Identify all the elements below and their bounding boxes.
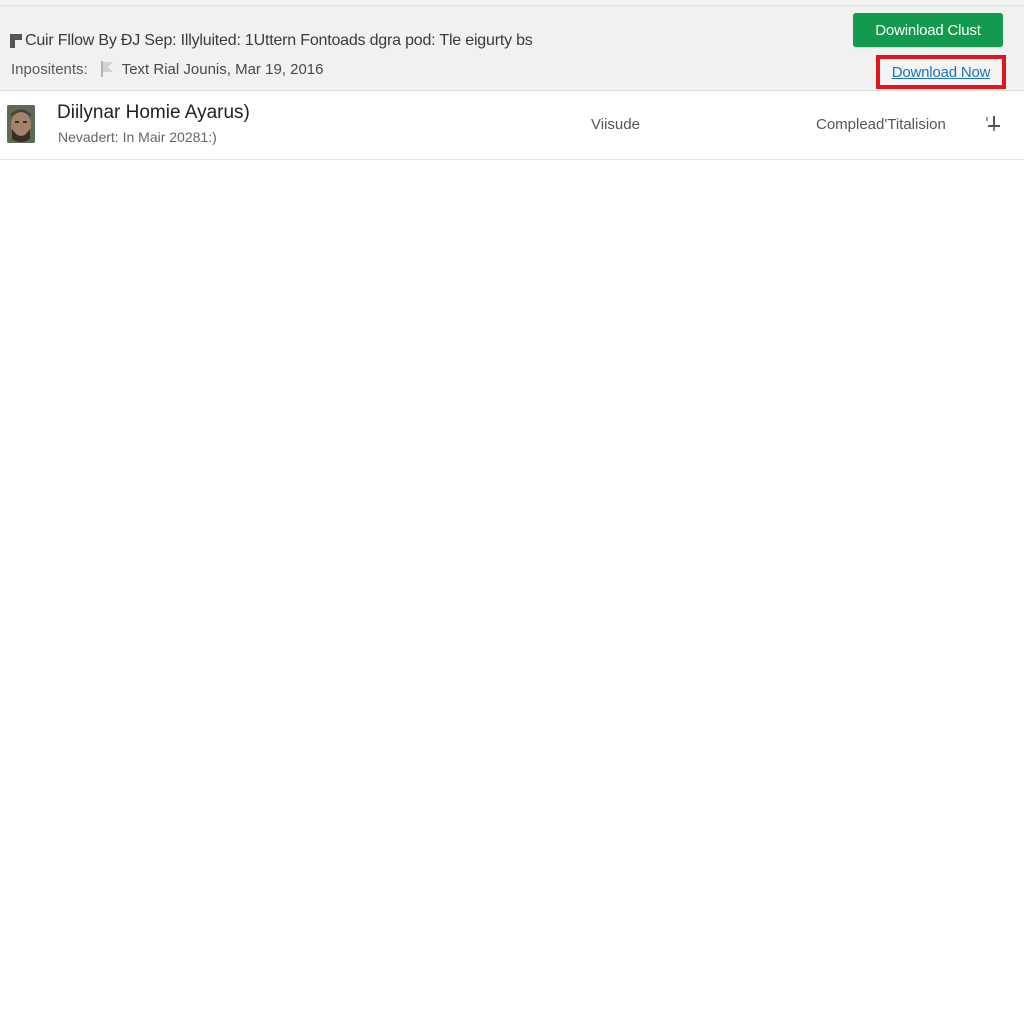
- header-title: Cuir Fllow By ÐJ Sep: Illyluited: 1Utter…: [25, 32, 533, 49]
- empty-content-area: [0, 160, 1024, 1020]
- header-meta-line: Inpositents: Text Rial Jounis, Mar 19, 2…: [11, 60, 324, 78]
- list-item-category: Complead'Titalision: [816, 116, 946, 133]
- download-now-link[interactable]: Download Now: [892, 64, 991, 81]
- list-item-subtitle: Nevadert: In Mair 20281:): [58, 129, 217, 145]
- header-meta-label: Inpositents:: [11, 60, 88, 78]
- download-clust-button[interactable]: Dowinload Clust: [853, 13, 1003, 47]
- download-icon[interactable]: [984, 115, 1002, 133]
- list-item-status: Viisude: [591, 116, 640, 133]
- header-title-line: Cuir Fllow By ÐJ Sep: Illyluited: 1Utter…: [10, 32, 533, 50]
- download-now-highlight: Download Now: [876, 55, 1006, 89]
- document-icon: [10, 34, 22, 48]
- avatar: [7, 105, 35, 143]
- flag-icon: [100, 60, 116, 78]
- list-item-title: Diilynar Homie Ayarus): [57, 102, 250, 123]
- header-meta-value: Text Rial Jounis, Mar 19, 2016: [121, 60, 324, 78]
- list-item[interactable]: Diilynar Homie Ayarus) Nevadert: In Mair…: [0, 91, 1024, 160]
- page-header: Cuir Fllow By ÐJ Sep: Illyluited: 1Utter…: [0, 6, 1024, 91]
